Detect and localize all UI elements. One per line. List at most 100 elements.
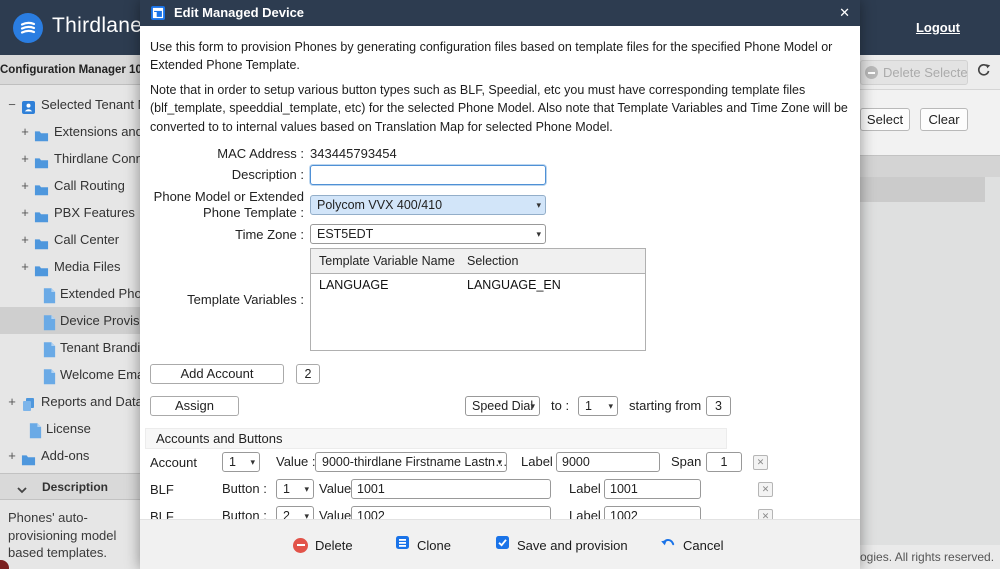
- folder-icon: [34, 178, 49, 196]
- template-variables-table-header: Template Variable Name Selection: [311, 249, 645, 275]
- sidebar-item-media-files[interactable]: + Media Files: [0, 253, 140, 280]
- delete-selected-button[interactable]: Delete Selected: [860, 60, 968, 85]
- file-icon: [42, 367, 57, 384]
- background-table-header: [860, 155, 1000, 177]
- expand-icon[interactable]: +: [20, 145, 30, 172]
- account-value-select[interactable]: 9000-thirdlane Firstname Lastn… ▾: [315, 452, 507, 473]
- blf-button-select[interactable]: 1 ▾: [276, 479, 314, 500]
- expand-icon[interactable]: +: [20, 226, 30, 253]
- folder-icon: [34, 124, 49, 142]
- screen: Thirdlane Logout Configuration Manager 1…: [0, 0, 1000, 569]
- collapse-icon[interactable]: −: [7, 91, 17, 118]
- delete-button[interactable]: Delete: [293, 520, 353, 569]
- sidebar-item-label: Device Provision: [60, 313, 140, 328]
- value-label: Value :: [276, 454, 316, 470]
- remove-row-icon[interactable]: ✕: [758, 482, 773, 498]
- sidebar-item-extensions[interactable]: + Extensions and C: [0, 118, 140, 145]
- save-check-icon: [495, 535, 510, 555]
- row-type-label: Account: [150, 455, 197, 471]
- sidebar-item-selected-tenant[interactable]: − Selected Tenant Man: [0, 91, 140, 118]
- background-table-selected-row[interactable]: [860, 177, 985, 202]
- phone-model-select[interactable]: Polycom VVX 400/410 ▾: [310, 194, 546, 215]
- time-zone-select[interactable]: EST5EDT ▾: [310, 224, 546, 245]
- expand-icon[interactable]: +: [7, 388, 17, 415]
- dialog-body: Use this form to provision Phones by gen…: [140, 26, 860, 527]
- file-icon: [42, 286, 57, 303]
- starting-from-input[interactable]: [706, 396, 731, 417]
- phone-model-label: Phone Model or Extended Phone Template :: [153, 189, 304, 220]
- folder-icon: [34, 205, 49, 223]
- to-label: to :: [551, 398, 570, 414]
- sidebar-item-label: Tenant Branding: [60, 340, 140, 355]
- file-icon: [28, 421, 43, 438]
- chevron-down-icon: ▾: [608, 401, 613, 412]
- sidebar-item-thirdlane-connect[interactable]: + Thirdlane Conne: [0, 145, 140, 172]
- account-number-select[interactable]: 1 ▾: [222, 452, 260, 473]
- expand-icon[interactable]: +: [20, 118, 30, 145]
- expand-icon[interactable]: +: [20, 253, 30, 280]
- blf-value-input[interactable]: [351, 479, 551, 500]
- sidebar-item-label: Thirdlane Conne: [54, 151, 140, 166]
- expand-icon[interactable]: +: [20, 199, 30, 226]
- column-header: Selection: [467, 254, 519, 269]
- template-variables-label: Template Variables :: [187, 292, 304, 308]
- add-account-button[interactable]: Add Account: [150, 364, 284, 385]
- intro-paragraph-1: Use this form to provision Phones by gen…: [150, 40, 833, 73]
- sidebar-item-label: Media Files: [54, 259, 121, 274]
- table-row[interactable]: LANGUAGE LANGUAGE_EN: [311, 274, 645, 296]
- description-panel-header[interactable]: Description: [0, 473, 140, 500]
- account-span-input[interactable]: [706, 452, 742, 473]
- sidebar-item-addons[interactable]: + Add-ons: [0, 442, 140, 469]
- close-icon[interactable]: ✕: [839, 0, 850, 26]
- assign-type-select[interactable]: Speed Dial ▾: [465, 396, 540, 417]
- account-row: Account 1 ▾ Value : 9000-thirdlane Firstn…: [150, 452, 850, 476]
- blf-row: BLF Button : 1▾ Value : Label : ✕: [150, 479, 850, 503]
- background-content: Delete Selected Select Clear ogies. All …: [860, 55, 1000, 569]
- tenant-icon: [21, 97, 36, 114]
- chevron-down-icon: ▾: [536, 229, 541, 240]
- starting-from-label: starting from :: [629, 398, 709, 414]
- brand-title: Thirdlane: [52, 14, 143, 37]
- description-label: Description :: [231, 167, 304, 183]
- sidebar-item-call-center[interactable]: + Call Center: [0, 226, 140, 253]
- assign-button[interactable]: Assign: [150, 396, 239, 417]
- chevron-down-icon: ▾: [250, 457, 255, 468]
- sidebar-item-reports[interactable]: + Reports and Data An: [0, 388, 140, 415]
- cancel-button[interactable]: Cancel: [660, 520, 723, 569]
- sidebar-item-device-provisioning[interactable]: Device Provision: [0, 307, 140, 334]
- select-button[interactable]: Select: [860, 108, 910, 131]
- accounts-and-buttons-header: Accounts and Buttons: [145, 428, 727, 450]
- config-manager-title: Configuration Manager 10.: [0, 55, 140, 85]
- blf-label-input[interactable]: [604, 479, 701, 500]
- save-and-provision-button[interactable]: Save and provision: [495, 520, 628, 569]
- dialog-title: Edit Managed Device: [174, 5, 305, 20]
- sidebar-item-label: Welcome Email: [60, 367, 140, 382]
- assign-to-select[interactable]: 1 ▾: [578, 396, 618, 417]
- edit-managed-device-dialog: Edit Managed Device ✕ Use this form to p…: [140, 0, 860, 569]
- file-icon: [42, 340, 57, 357]
- sidebar-item-extended-phone[interactable]: Extended Phone: [0, 280, 140, 307]
- sidebar-item-label: Extended Phone: [60, 286, 140, 301]
- clear-button[interactable]: Clear: [920, 108, 968, 131]
- clone-button[interactable]: Clone: [395, 520, 451, 569]
- remove-row-icon[interactable]: ✕: [753, 455, 768, 471]
- logout-link[interactable]: Logout: [916, 20, 960, 35]
- sidebar-item-pbx-features[interactable]: + PBX Features: [0, 199, 140, 226]
- sidebar-item-call-routing[interactable]: + Call Routing: [0, 172, 140, 199]
- expand-icon[interactable]: +: [20, 172, 30, 199]
- variable-selection-cell: LANGUAGE_EN: [467, 278, 561, 293]
- account-count-input[interactable]: 2: [296, 364, 320, 385]
- expand-icon[interactable]: +: [7, 442, 17, 469]
- chevron-down-icon: ▾: [304, 484, 309, 495]
- window-icon: [151, 6, 165, 20]
- description-input[interactable]: [310, 165, 546, 186]
- refresh-icon[interactable]: [976, 62, 992, 78]
- template-variables-table-body: LANGUAGE LANGUAGE_EN: [311, 274, 645, 350]
- label-label: Label :: [569, 481, 609, 497]
- sidebar-item-license[interactable]: License: [0, 415, 140, 442]
- account-label-input[interactable]: [556, 452, 660, 473]
- sidebar-item-welcome-email[interactable]: Welcome Email: [0, 361, 140, 388]
- sidebar-item-tenant-branding[interactable]: Tenant Branding: [0, 334, 140, 361]
- file-icon: [42, 313, 57, 330]
- sidebar-item-label: Add-ons: [41, 448, 90, 463]
